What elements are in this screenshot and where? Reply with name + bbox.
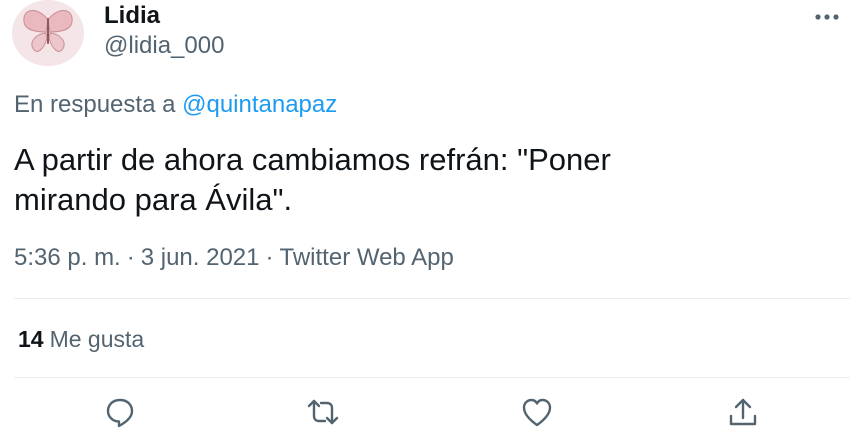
reply-icon: [106, 398, 134, 428]
user-handle[interactable]: @lidia_000: [104, 32, 224, 60]
tweet-detail: Lidia @lidia_000 En respuesta a @quintan…: [0, 0, 856, 430]
reply-mention-link[interactable]: @quintanapaz: [182, 91, 337, 118]
meta-separator: ·: [265, 244, 274, 271]
like-button[interactable]: [520, 396, 554, 430]
retweet-icon: [307, 399, 339, 425]
reply-prefix: En respuesta a: [14, 91, 176, 118]
tweet-time-link[interactable]: 5:36 p. m.: [14, 244, 121, 271]
tweet-text-line: mirando para Ávila".: [14, 182, 293, 217]
share-button[interactable]: [726, 396, 760, 430]
tweet-text-line: A partir de ahora cambiamos refrán: "Pon…: [14, 142, 611, 177]
reply-button[interactable]: [103, 396, 137, 430]
likes-label: Me gusta: [49, 326, 145, 352]
likes-count: 14: [18, 326, 44, 352]
display-name[interactable]: Lidia: [104, 2, 160, 30]
retweet-button[interactable]: [306, 396, 340, 430]
tweet-date-link[interactable]: 3 jun. 2021: [141, 244, 260, 271]
meta-separator: ·: [126, 244, 135, 271]
more-button[interactable]: [812, 2, 842, 32]
divider: [14, 377, 850, 378]
divider: [14, 298, 850, 299]
share-icon: [729, 398, 757, 426]
butterfly-icon: [12, 0, 84, 66]
tweet-source-link[interactable]: Twitter Web App: [280, 244, 454, 271]
reply-context: En respuesta a @quintanapaz: [14, 90, 337, 120]
likes-stat[interactable]: 14 Me gusta: [18, 324, 144, 354]
heart-icon: [522, 398, 552, 427]
tweet-text: A partir de ahora cambiamos refrán: "Pon…: [14, 140, 834, 220]
more-icon: [815, 14, 839, 20]
tweet-meta: 5:36 p. m. · 3 jun. 2021 · Twitter Web App: [14, 243, 454, 273]
avatar[interactable]: [12, 0, 84, 66]
